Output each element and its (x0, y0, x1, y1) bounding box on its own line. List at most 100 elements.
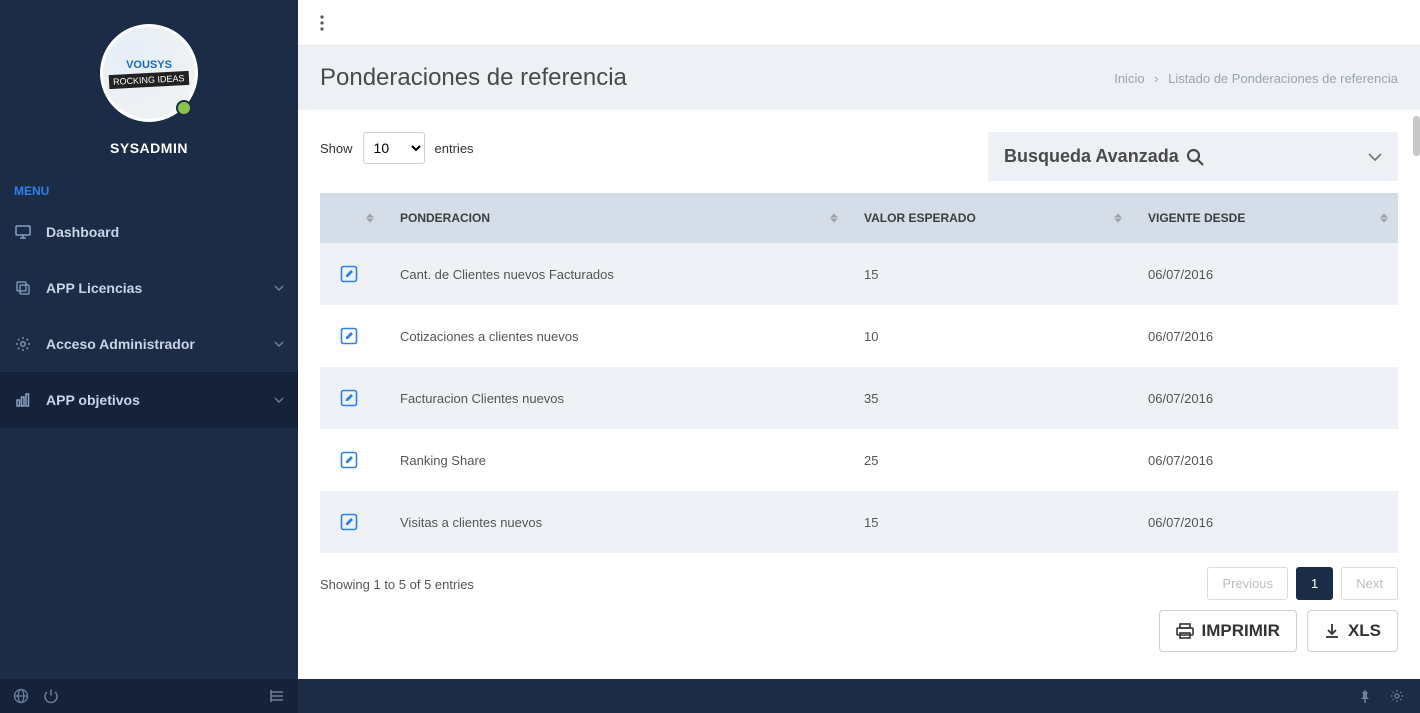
nav-item-objetivos[interactable]: APP objetivos (0, 372, 298, 428)
username-label: SYSADMIN (110, 140, 188, 156)
nav-item-dashboard[interactable]: Dashboard (0, 204, 298, 260)
print-button[interactable]: IMPRIMIR (1159, 610, 1297, 652)
data-table: PONDERACION VALOR ESPERADO VIGENTE DESDE (320, 193, 1398, 553)
cell-valor: 25 (848, 429, 1132, 491)
cell-ponderacion: Facturacion Clientes nuevos (384, 367, 848, 429)
app-root: VOUSYS ROCKING IDEAS SYSADMIN MENU Dashb… (0, 0, 1420, 713)
edit-button[interactable] (336, 385, 362, 411)
table-controls: Show 10 entries Busqueda Avanzada (320, 132, 1398, 181)
entries-label: entries (435, 141, 474, 156)
chevron-down-icon (274, 285, 284, 291)
cell-vigente: 06/07/2016 (1132, 491, 1398, 553)
chart-icon (14, 391, 32, 409)
titlebar: Ponderaciones de referencia Inicio › Lis… (298, 46, 1420, 110)
nav-item-acceso-admin[interactable]: Acceso Administrador (0, 316, 298, 372)
col-header-label: PONDERACION (400, 211, 490, 225)
power-button[interactable] (36, 681, 66, 711)
breadcrumb-current: Listado de Ponderaciones de referencia (1168, 71, 1398, 86)
cell-vigente: 06/07/2016 (1132, 367, 1398, 429)
chevron-down-icon (274, 397, 284, 403)
monitor-icon (14, 223, 32, 241)
xls-label: XLS (1348, 621, 1381, 641)
topbar (298, 0, 1420, 46)
pin-button[interactable] (1352, 683, 1378, 709)
breadcrumb: Inicio › Listado de Ponderaciones de ref… (1114, 71, 1398, 86)
col-header-valor[interactable]: VALOR ESPERADO (848, 193, 1132, 243)
page-size-control: Show 10 entries (320, 132, 474, 164)
bottom-strip (298, 679, 1420, 713)
page-1-button[interactable]: 1 (1296, 567, 1333, 600)
status-online-icon (176, 100, 192, 116)
table-row: Facturacion Clientes nuevos3506/07/2016 (320, 367, 1398, 429)
edit-button[interactable] (336, 323, 362, 349)
table-row: Visitas a clientes nuevos1506/07/2016 (320, 491, 1398, 553)
export-row: IMPRIMIR XLS (1159, 610, 1398, 652)
page-title: Ponderaciones de referencia (320, 64, 627, 92)
sidebar-footer (0, 679, 298, 713)
cell-ponderacion: Visitas a clientes nuevos (384, 491, 848, 553)
page-size-select[interactable]: 10 (363, 132, 425, 164)
cell-ponderacion: Cant. de Clientes nuevos Facturados (384, 243, 848, 305)
gear-icon (14, 335, 32, 353)
avatar[interactable]: VOUSYS ROCKING IDEAS (100, 24, 198, 122)
table-row: Cant. de Clientes nuevos Facturados1506/… (320, 243, 1398, 305)
advanced-search-toggle[interactable]: Busqueda Avanzada (988, 132, 1398, 181)
globe-button[interactable] (6, 681, 36, 711)
breadcrumb-home[interactable]: Inicio (1114, 71, 1144, 86)
col-header-actions[interactable] (320, 193, 384, 243)
table-row: Cotizaciones a clientes nuevos1006/07/20… (320, 305, 1398, 367)
cell-valor: 35 (848, 367, 1132, 429)
xls-button[interactable]: XLS (1307, 610, 1398, 652)
next-page-button[interactable]: Next (1341, 567, 1398, 600)
edit-button[interactable] (336, 447, 362, 473)
nav-label: Dashboard (46, 224, 284, 240)
cell-vigente: 06/07/2016 (1132, 305, 1398, 367)
main-area: Ponderaciones de referencia Inicio › Lis… (298, 0, 1420, 713)
sidebar: VOUSYS ROCKING IDEAS SYSADMIN MENU Dashb… (0, 0, 298, 713)
table-footer: Showing 1 to 5 of 5 entries Previous 1 N… (320, 567, 1398, 652)
collapse-sidebar-button[interactable] (262, 681, 292, 711)
cell-valor: 15 (848, 491, 1132, 553)
col-header-vigente[interactable]: VIGENTE DESDE (1132, 193, 1398, 243)
footer-right: Previous 1 Next IMPRIMIR (1159, 567, 1398, 652)
cell-valor: 15 (848, 243, 1132, 305)
search-icon (1185, 147, 1205, 167)
col-header-label: VIGENTE DESDE (1148, 211, 1245, 225)
col-header-ponderacion[interactable]: PONDERACION (384, 193, 848, 243)
menu-heading: MENU (0, 174, 298, 204)
download-icon (1324, 623, 1340, 639)
cell-vigente: 06/07/2016 (1132, 243, 1398, 305)
sort-icon (830, 214, 838, 223)
layers-icon (14, 279, 32, 297)
print-icon (1176, 623, 1194, 639)
table-row: Ranking Share2506/07/2016 (320, 429, 1398, 491)
pagination: Previous 1 Next (1207, 567, 1398, 600)
nav-menu: Dashboard APP Licencias Acceso Administr… (0, 204, 298, 428)
show-label: Show (320, 141, 353, 156)
nav-label: Acceso Administrador (46, 336, 274, 352)
edit-button[interactable] (336, 261, 362, 287)
avatar-tag: ROCKING IDEAS (109, 71, 189, 89)
edit-button[interactable] (336, 509, 362, 535)
content: Show 10 entries Busqueda Avanzada (298, 110, 1420, 679)
nav-label: APP Licencias (46, 280, 274, 296)
sort-icon (366, 214, 374, 223)
profile-block: VOUSYS ROCKING IDEAS SYSADMIN (0, 0, 298, 174)
sort-icon (1114, 214, 1122, 223)
chevron-down-icon (274, 341, 284, 347)
print-label: IMPRIMIR (1202, 621, 1280, 641)
prev-page-button[interactable]: Previous (1207, 567, 1288, 600)
avatar-brand: VOUSYS (126, 59, 172, 71)
scroll-thumb[interactable] (1413, 116, 1420, 156)
cell-ponderacion: Ranking Share (384, 429, 848, 491)
kebab-menu-button[interactable] (310, 11, 334, 35)
gear-button[interactable] (1384, 683, 1410, 709)
nav-item-licencias[interactable]: APP Licencias (0, 260, 298, 316)
cell-vigente: 06/07/2016 (1132, 429, 1398, 491)
cell-valor: 10 (848, 305, 1132, 367)
entries-info: Showing 1 to 5 of 5 entries (320, 577, 474, 592)
col-header-label: VALOR ESPERADO (864, 211, 976, 225)
scrollbar[interactable] (1412, 110, 1420, 679)
advanced-search-label: Busqueda Avanzada (1004, 146, 1179, 167)
nav-label: APP objetivos (46, 392, 274, 408)
